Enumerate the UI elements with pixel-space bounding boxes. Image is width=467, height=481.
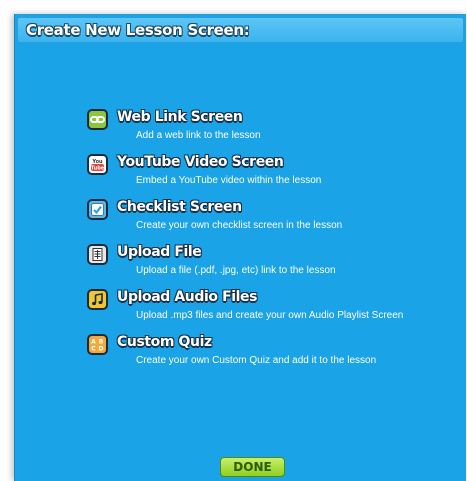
option-title: YouTube Video Screen xyxy=(117,154,284,170)
option-checklist-screen[interactable]: Checklist Screen Create your own checkli… xyxy=(87,198,457,243)
done-button-label: DONE xyxy=(233,460,272,474)
option-description: Create your own checklist screen in the … xyxy=(136,220,343,231)
option-description: Create your own Custom Quiz and add it t… xyxy=(136,355,377,366)
checklist-icon xyxy=(87,199,108,220)
music-note-icon xyxy=(87,289,108,310)
option-title: Upload File xyxy=(117,244,202,260)
option-upload-audio-files[interactable]: Upload Audio Files Upload .mp3 files and… xyxy=(87,288,457,333)
option-upload-file[interactable]: Upload File Upload a file (.pdf, .jpg, e… xyxy=(87,243,457,288)
option-title: Web Link Screen xyxy=(117,109,243,125)
done-button[interactable]: DONE xyxy=(220,457,285,477)
youtube-icon: You Tube xyxy=(87,154,108,175)
option-youtube-video-screen[interactable]: You Tube YouTube Video Screen Embed a Yo… xyxy=(87,153,457,198)
svg-text:D: D xyxy=(99,346,104,353)
option-description: Add a web link to the lesson xyxy=(136,130,261,141)
option-description: Embed a YouTube video within the lesson xyxy=(136,175,322,186)
svg-text:C: C xyxy=(91,346,96,353)
svg-text:Tube: Tube xyxy=(91,166,105,172)
option-description: Upload a file (.pdf, .jpg, etc) link to … xyxy=(136,265,336,276)
quiz-abcd-icon: A B C D xyxy=(87,334,108,355)
create-lesson-dialog: Create New Lesson Screen: Web Link Scree… xyxy=(14,14,466,481)
svg-text:A: A xyxy=(91,339,96,346)
svg-text:B: B xyxy=(99,339,104,346)
option-title: Checklist Screen xyxy=(117,199,242,215)
option-title: Upload Audio Files xyxy=(117,289,258,305)
upload-file-icon xyxy=(87,244,108,265)
option-custom-quiz[interactable]: A B C D Custom Quiz Create your own Cust… xyxy=(87,333,457,378)
option-title: Custom Quiz xyxy=(117,334,212,350)
web-link-icon xyxy=(87,109,108,130)
option-web-link-screen[interactable]: Web Link Screen Add a web link to the le… xyxy=(87,108,457,153)
option-description: Upload .mp3 files and create your own Au… xyxy=(136,310,404,321)
dialog-title-bar: Create New Lesson Screen: xyxy=(17,17,464,43)
dialog-title: Create New Lesson Screen: xyxy=(26,21,250,39)
screen-type-list: Web Link Screen Add a web link to the le… xyxy=(87,108,457,378)
